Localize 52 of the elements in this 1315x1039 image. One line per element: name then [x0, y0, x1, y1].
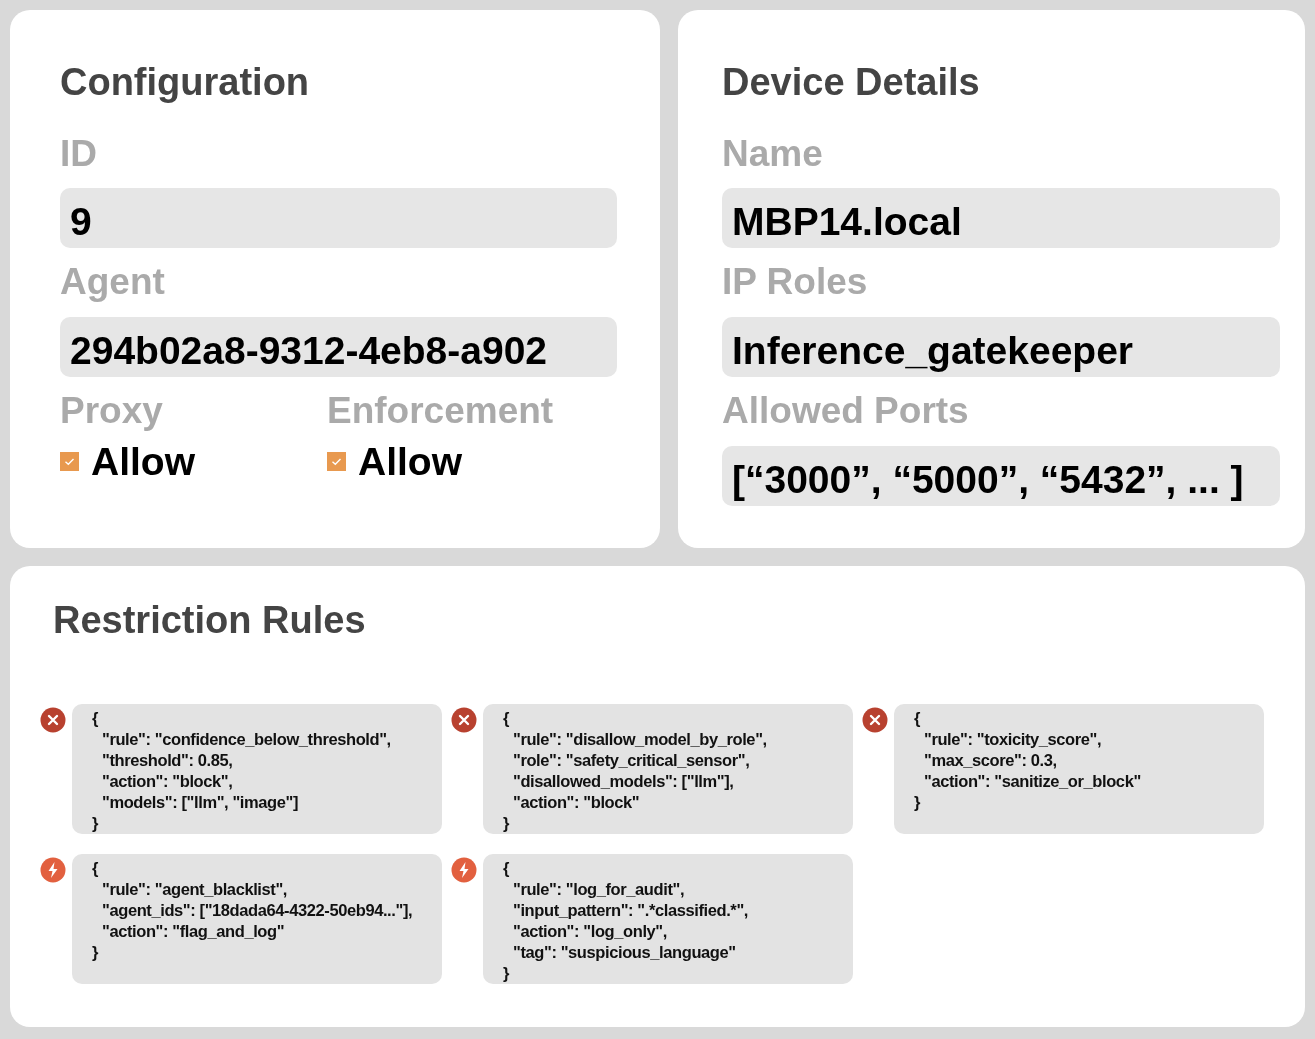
field-label: ID [60, 133, 98, 175]
code-line: "action": "sanitize_or_block" [923, 770, 1142, 792]
code-line: } [503, 812, 511, 834]
field-label: Agent [60, 262, 166, 304]
code-line: { [503, 707, 511, 729]
lightning-icon [40, 856, 66, 883]
code-line: "models": ["llm", "image"] [101, 791, 300, 813]
code-line: "input_pattern": ".*classified.*", [512, 899, 749, 921]
value-field[interactable]: 294b02a8-9312-4eb8-a902 [60, 317, 617, 378]
checkbox[interactable] [327, 452, 346, 472]
field-label: IP Roles [722, 262, 869, 304]
code-line: { [92, 857, 100, 879]
code-line: } [92, 941, 100, 963]
code-line: } [92, 812, 100, 834]
card-title: Configuration [60, 62, 311, 104]
value-field[interactable]: [“3000”, “5000”, “5432”, ... ] [722, 445, 1280, 506]
value-field[interactable]: Inference_gatekeeper [722, 317, 1280, 378]
close-icon [862, 706, 888, 733]
field-label: Enforcement [327, 391, 555, 432]
field-label: Proxy [60, 391, 164, 432]
code-line: } [914, 791, 922, 813]
value-field[interactable]: 9 [60, 188, 617, 249]
value-field[interactable]: MBP14.local [722, 188, 1280, 249]
code-line: "rule": "toxicity_score", [923, 728, 1103, 750]
field-label: Name [722, 133, 824, 175]
code-line: "threshold": 0.85, [101, 749, 234, 771]
code-line: "action": "block" [512, 791, 641, 813]
code-line: "max_score": 0.3, [923, 749, 1058, 771]
code-line: "rule": "agent_blacklist", [101, 878, 289, 900]
field-label: Allowed Ports [722, 391, 970, 432]
close-icon [40, 706, 66, 733]
code-line: "action": "block", [101, 770, 234, 792]
lightning-icon [451, 856, 477, 883]
code-line: "agent_ids": ["18dada64-4322-50eb94..."], [101, 899, 414, 921]
code-line: { [503, 857, 511, 879]
code-line: "action": "flag_and_log" [101, 920, 286, 942]
card-title: Device Details [722, 62, 981, 104]
code-line: "rule": "disallow_model_by_role", [512, 728, 768, 750]
checkbox-label: Allow [358, 439, 462, 484]
code-line: { [92, 707, 100, 729]
code-line: "action": "log_only", [512, 920, 668, 942]
code-line: "rule": "confidence_below_threshold", [101, 728, 392, 750]
checkbox-label: Allow [91, 439, 195, 484]
code-line: { [914, 707, 922, 729]
code-line: "role": "safety_critical_sensor", [512, 749, 751, 771]
code-line: } [503, 962, 511, 984]
code-line: "rule": "log_for_audit", [512, 878, 686, 900]
checkbox[interactable] [60, 452, 79, 472]
code-line: "tag": "suspicious_language" [512, 941, 737, 963]
card-title: Restriction Rules [53, 600, 367, 642]
code-line: "disallowed_models": ["llm"], [512, 770, 735, 792]
close-icon [451, 706, 477, 733]
